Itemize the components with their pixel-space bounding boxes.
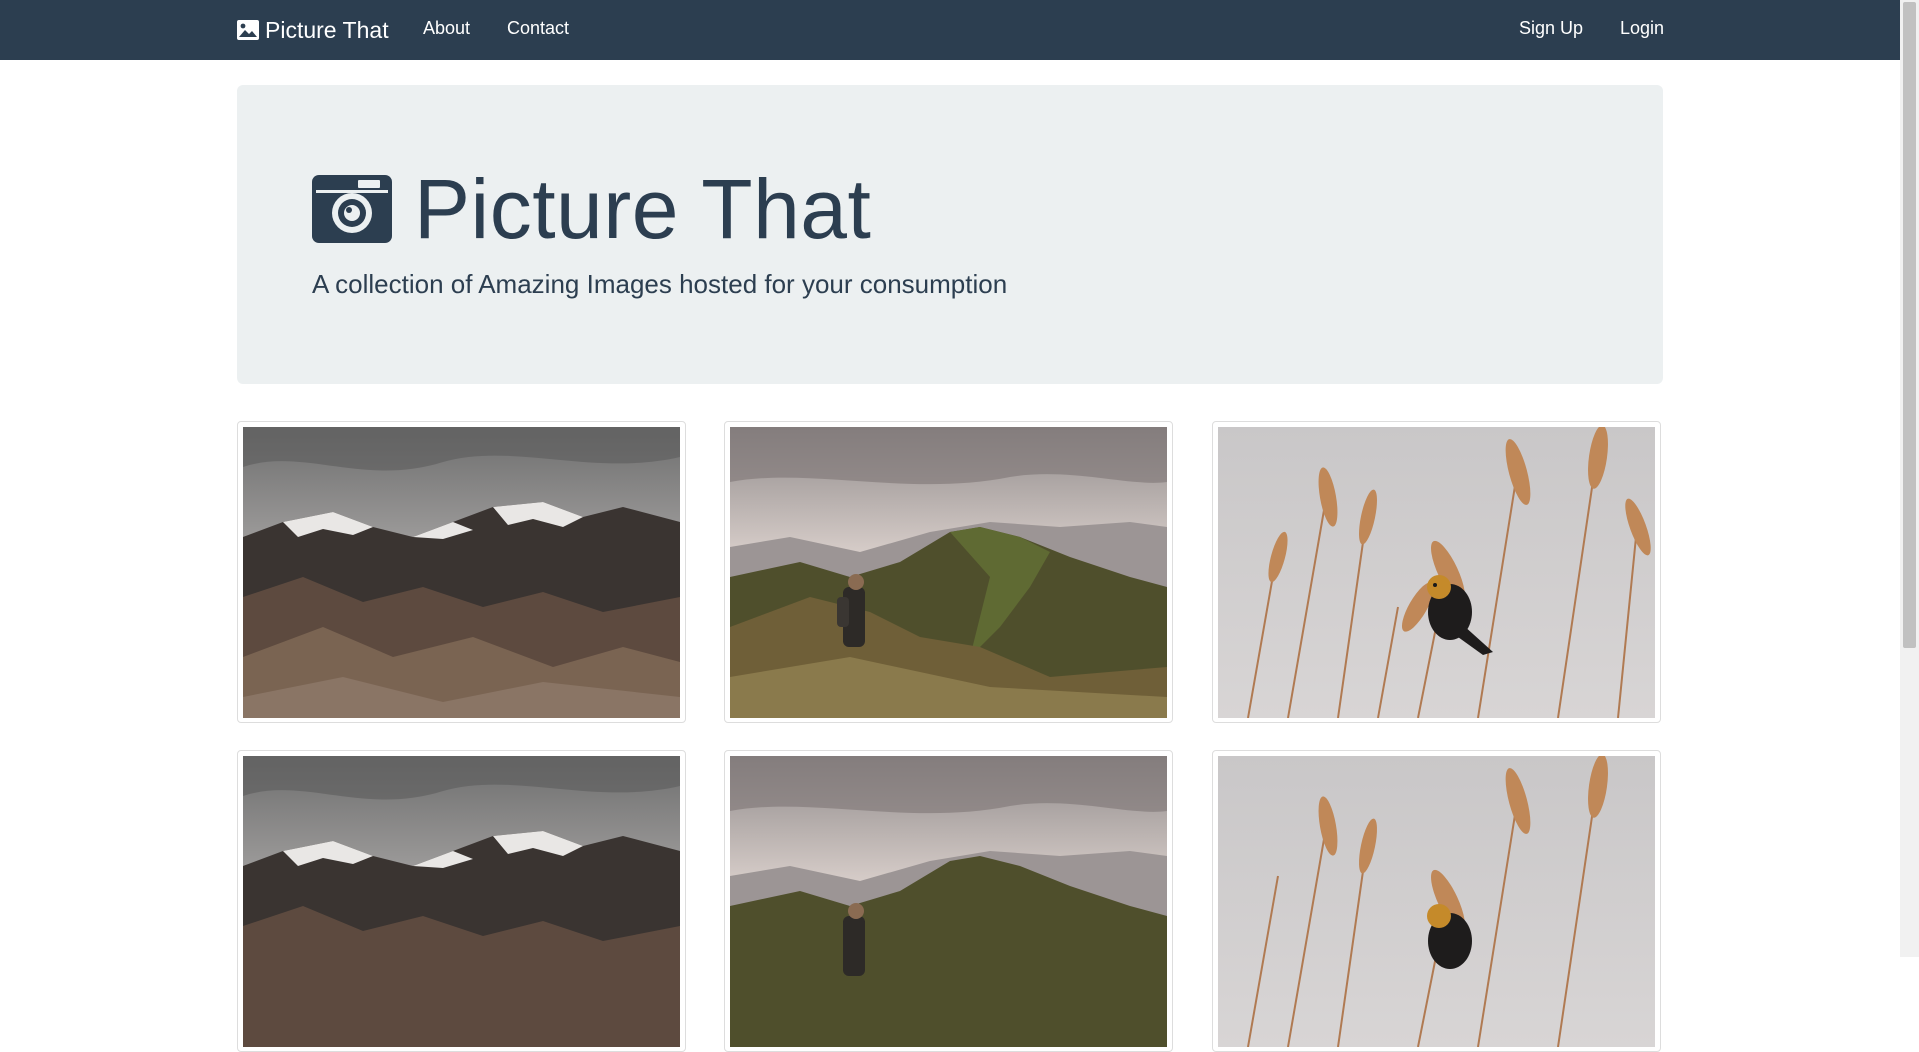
- gallery-thumbnail-hiker[interactable]: [724, 421, 1173, 723]
- brand-link[interactable]: Picture That: [237, 0, 389, 60]
- gallery-thumbnail-mountains[interactable]: [237, 750, 686, 1052]
- gallery-thumbnail-bird[interactable]: [1212, 421, 1661, 723]
- gallery-thumbnail-bird[interactable]: [1212, 750, 1661, 1052]
- bird-image: [1218, 756, 1655, 1047]
- brand-label: Picture That: [265, 16, 389, 43]
- gallery-thumbnail-hiker[interactable]: [724, 750, 1173, 1052]
- lead-text: A collection of Amazing Images hosted fo…: [312, 269, 1008, 299]
- nav-link-contact[interactable]: Contact: [507, 18, 569, 39]
- nav-link-sign-up[interactable]: Sign Up: [1519, 18, 1583, 39]
- hiker-image: [730, 427, 1167, 718]
- title-text: Picture That: [414, 162, 872, 256]
- scrollbar-thumb[interactable]: [1903, 2, 1916, 648]
- camera-icon: [312, 175, 392, 243]
- top-navbar: Picture That About Contact Sign Up Login: [0, 0, 1900, 60]
- nav-link-about[interactable]: About: [423, 18, 470, 39]
- hero-jumbotron: Picture That A collection of Amazing Ima…: [237, 85, 1663, 384]
- mountains-image: [243, 427, 680, 718]
- mountains-image: [243, 756, 680, 1047]
- hiker-image: [730, 756, 1167, 1047]
- bird-image: [1218, 427, 1655, 718]
- page-title: Picture That: [312, 167, 871, 251]
- picture-icon: [237, 20, 259, 40]
- gallery-thumbnail-mountains[interactable]: [237, 421, 686, 723]
- nav-link-login[interactable]: Login: [1620, 18, 1664, 39]
